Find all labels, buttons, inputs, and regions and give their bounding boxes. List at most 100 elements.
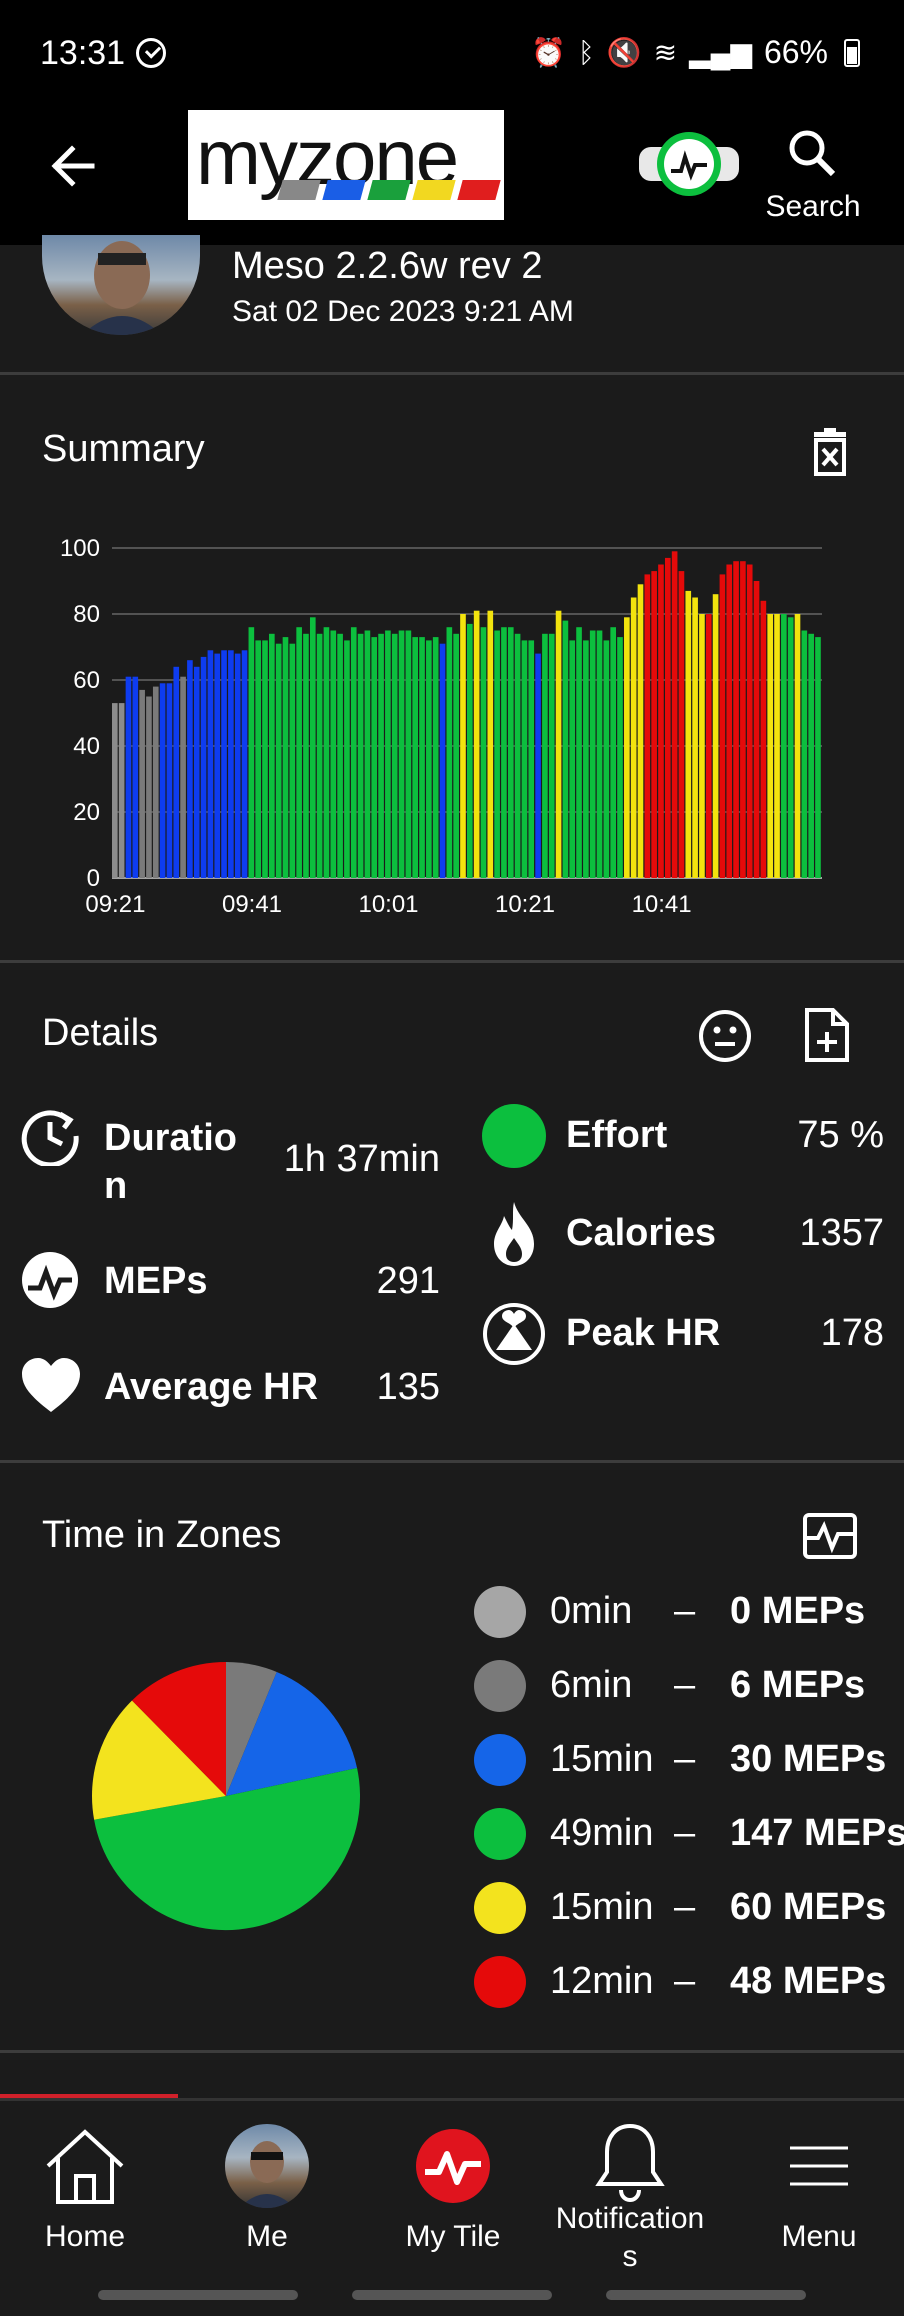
app-bar: myzone Search [0,110,904,245]
nav-me-label: Me [246,2220,288,2253]
chart-bar [501,627,507,878]
zone-color-dot-icon [474,1956,526,2008]
wifi-icon: ≋ [653,37,678,68]
x-tick-label: 09:41 [222,891,282,918]
chart-bar [460,614,466,878]
chart-bar [542,633,548,878]
gesture-bar-center[interactable] [352,2290,552,2300]
zone-legend-item: 6min –6 MEPs [474,1656,904,1716]
time-in-zones-title: Time in Zones [42,1514,282,1556]
chart-bar [309,617,316,878]
home-icon [46,2129,124,2204]
effort-label: Effort [566,1114,668,1156]
chart-bar [303,633,309,878]
myzone-logo: myzone [188,110,504,220]
chart-bar [521,640,528,878]
battery-icon [844,38,860,67]
chart-bar [125,676,132,878]
chart-bar [262,640,268,878]
nav-home[interactable]: Home [0,2120,170,2270]
divider [0,960,904,963]
chart-bar [815,637,821,878]
chart-bar [801,630,808,878]
chart-bar [193,666,200,878]
chart-bar [419,637,425,878]
zones-chart-toggle-button[interactable] [802,1512,858,1568]
add-note-button[interactable] [803,1006,859,1062]
back-button[interactable] [44,136,104,196]
delete-button[interactable] [810,428,850,476]
chart-bar [576,627,582,878]
gesture-bar-left[interactable] [98,2290,298,2300]
chart-bar [514,633,521,878]
chart-bar [467,623,473,878]
chart-bar [180,676,186,878]
chart-bar [637,584,644,878]
chart-bar [187,660,193,878]
summary-chart: 0 20 40 60 80 100 09:21 09:41 10:01 10:21 10:41 [40,530,840,930]
chart-bar [241,650,248,878]
nav-me[interactable]: Me [182,2120,352,2270]
signal-icon: ▂▄▆ [689,37,752,68]
chart-bar [439,643,446,878]
peak-hr-icon [482,1302,546,1366]
chart-bar [473,610,480,878]
chart-bar [132,676,139,878]
chart-bar [705,614,712,878]
zone-minutes: 15min [550,1738,654,1780]
chart-bar [685,590,692,878]
bell-icon [595,2123,665,2203]
chart-bar [200,656,207,878]
avatar[interactable] [42,235,200,335]
chart-bar [139,689,145,878]
zone-minutes: 6min [550,1664,633,1706]
my-tile-icon [416,2129,490,2203]
chart-bar [405,630,412,878]
trash-icon [814,428,846,476]
chart-bar [344,640,350,878]
zone-separator: – [674,1886,696,1928]
zone-separator: – [674,1738,696,1780]
chart-bar [118,703,125,878]
zone-separator: – [674,1960,696,2002]
avatar-small [225,2124,309,2208]
hamburger-menu-icon [790,2146,848,2186]
meps-label: MEPs [104,1260,208,1302]
zone-minutes: 15min [550,1886,654,1928]
meps-icon [20,1250,80,1310]
nav-my-tile[interactable]: My Tile [368,2120,538,2270]
chart-bar [364,630,371,878]
chart-bar [357,633,364,878]
nav-menu[interactable]: Menu [734,2120,904,2270]
chart-bar [644,574,651,878]
nav-home-label: Home [44,2220,126,2253]
check-circle-icon [136,38,166,68]
zone-color-dot-icon [474,1586,526,1638]
chart-bar [740,561,746,878]
effort-green-dot-icon [482,1104,546,1168]
nav-menu-label: Menu [781,2220,857,2253]
chart-bar [528,640,535,878]
duration-label: Duratio n [104,1117,237,1207]
search-icon [789,130,836,177]
gesture-bar-right[interactable] [606,2290,806,2300]
zone-meps: 6 MEPs [730,1664,866,1706]
chart-bar [166,683,173,878]
search-label: Search [765,190,861,223]
workout-title: Meso 2.2.6w rev 2 [232,245,543,287]
chart-bar [753,581,760,878]
heart-rate-belt-icon[interactable] [637,131,741,197]
zone-minutes: 0min [550,1590,633,1632]
mood-button[interactable] [697,1008,753,1064]
zone-legend-item: 0min –0 MEPs [474,1582,904,1642]
search-button[interactable]: Search [758,120,868,225]
nav-notifications[interactable]: Notification s [545,2120,715,2273]
y-tick-label: 100 [60,535,100,562]
chart-bar [480,627,487,878]
zone-meps: 48 MEPs [730,1960,887,2002]
chart-bar [269,633,275,878]
calories-value: 1357 [799,1212,884,1254]
chart-bar [624,617,630,878]
chart-bar [426,640,432,878]
chart-bar [596,630,603,878]
